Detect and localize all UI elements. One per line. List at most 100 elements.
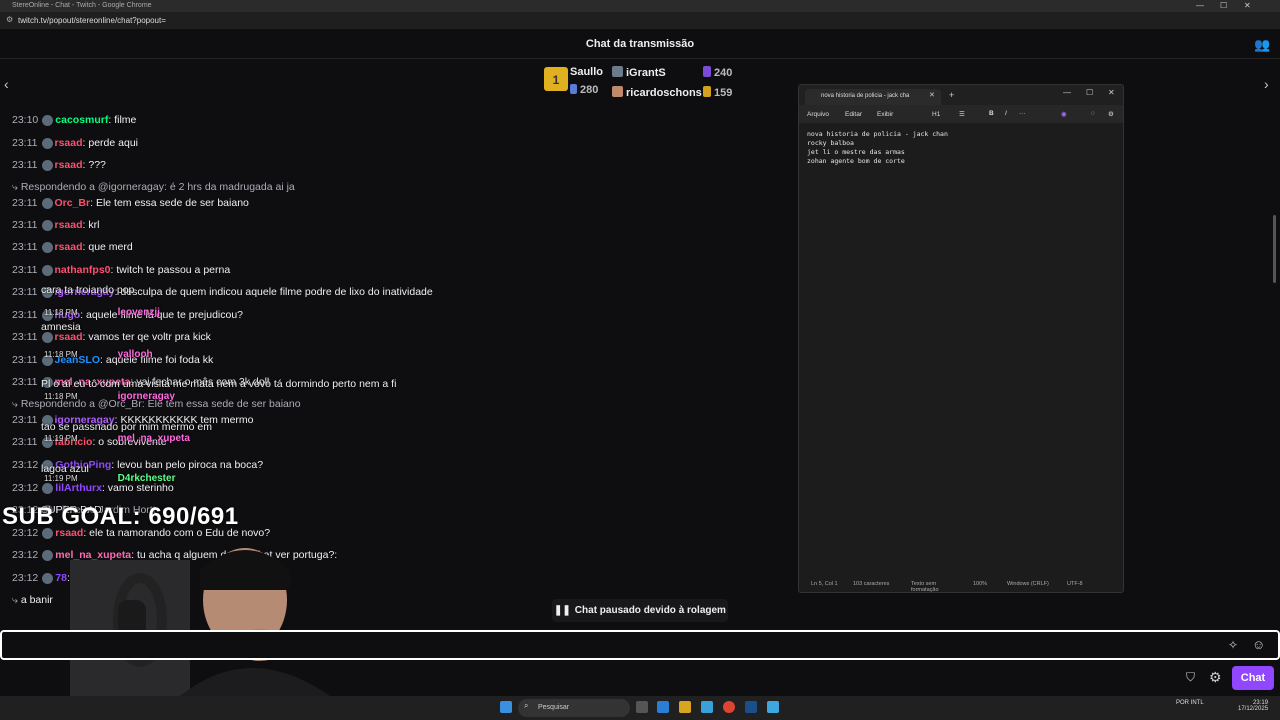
message-text: : Ele tem essa sede de ser baiano [90,197,249,209]
chat-message[interactable]: ⤷ Respondendo a @igorneragay: é 2 hrs da… [12,181,295,194]
chat-paused-banner[interactable]: ❚❚ Chat pausado devido à rolagem [552,599,728,622]
chat-message[interactable]: 23:11 rsaad: perde aqui [12,137,138,149]
chat-message[interactable]: 23:10 cacosmurf: filme [12,114,136,126]
notepad-icon[interactable] [767,701,779,713]
gifter-3[interactable]: ricardoschons [612,83,702,101]
reply-icon: ⤷ [12,181,21,193]
chat-message[interactable]: 23:11 Orc_Br: Ele tem essa sede de ser ba… [12,197,249,209]
notepad-window[interactable]: nova historia de policia - jack cha ✕ + … [798,84,1124,593]
message-timestamp: 23:12 [12,549,39,561]
chrome-icon[interactable] [723,701,735,713]
message-username[interactable]: rsaad [55,137,83,149]
message-timestamp: 23:10 [12,114,39,126]
message-timestamp: 23:12 [12,572,39,584]
bold-icon[interactable]: B [989,110,994,117]
maximize-icon[interactable]: ☐ [1086,88,1093,97]
chat-message[interactable]: 23:11 rsaad: que merd [12,241,133,253]
overlay-username: D4rkchester [117,473,176,484]
windows-taskbar: Pesquisar ⌕ POR INTL 23:19 17/12/2025 [0,696,1280,720]
message-username[interactable]: nathanfps0 [55,264,111,276]
text-line: nova historia de policia - jack chan [807,130,948,138]
chat-message[interactable]: ⤷ a banir [12,594,53,607]
avatar [612,66,623,78]
message-text: : perde aqui [82,137,138,149]
site-settings-icon[interactable]: ⚙ [6,15,13,24]
settings-icon[interactable]: ⚙ [1209,669,1222,686]
maximize-icon[interactable]: ☐ [1220,1,1227,10]
notepad-tab[interactable]: nova historia de policia - jack cha [805,89,941,105]
message-timestamp: 23:11 [12,376,38,388]
heading-select[interactable]: H1 [932,111,940,118]
chat-message[interactable]: 23:11 rsaad: krl [12,219,99,231]
chat-scrollbar[interactable] [1273,215,1276,283]
taskbar-search[interactable]: Pesquisar [518,699,630,717]
shield-icon[interactable]: ⛉ [1186,670,1195,685]
chat-input[interactable]: ✧ ☺ [0,630,1280,660]
store-icon[interactable] [701,701,713,713]
message-text: Respondendo a @igorneragay: é 2 hrs da m… [20,181,295,193]
edge-icon[interactable] [657,701,669,713]
char-count: 103 caracteres [853,581,890,587]
url-text: twitch.tv/popout/stereonline/chat?popout… [18,16,166,25]
emote-icon[interactable]: ☺ [1252,637,1265,652]
message-username[interactable]: Orc_Br [55,197,91,209]
notepad-text-area[interactable]: nova historia de policia - jack chan roc… [807,130,948,166]
message-timestamp: 23:11 [12,414,38,426]
gifter-name: ricardoschons [626,87,702,99]
start-icon[interactable] [500,701,512,713]
badge-icon [42,482,54,494]
gifter-count: 280 [580,84,599,96]
italic-icon[interactable]: I [1005,110,1007,117]
steam-icon[interactable] [745,701,757,713]
gifter-2[interactable]: iGrantS [612,63,666,81]
message-username[interactable]: rsaad [55,219,83,231]
overlay-time: 11:18 PM [44,350,78,359]
settings-icon[interactable]: ⚙ [1108,110,1114,118]
gifter-name: iGrantS [626,67,666,79]
badge-icon [41,197,53,209]
pause-icon: ❚❚ [554,605,571,616]
more-icon[interactable]: ··· [1019,110,1026,117]
list-icon[interactable]: ☰ [959,110,965,118]
gift-icon [703,66,711,78]
message-username[interactable]: rsaad [55,159,83,171]
minimize-icon[interactable]: — [1063,88,1071,97]
gift-icon [570,83,577,94]
overlay-header: 11:18 PM leovenzjj [44,307,160,318]
message-username[interactable]: cacosmurf [55,114,108,126]
message-username[interactable]: 78 [55,572,67,584]
badge-icon [42,549,54,561]
file-explorer-icon[interactable] [679,701,691,713]
zoom-level[interactable]: 100% [973,581,987,587]
chevron-left-icon[interactable]: ‹ [4,76,9,92]
close-icon[interactable]: ✕ [1108,88,1115,97]
close-icon[interactable]: ✕ [1244,1,1251,10]
message-username[interactable]: rsaad [55,241,83,253]
gifter-1[interactable]: Saullo 280 [570,66,603,98]
encoding: UTF-8 [1067,581,1083,587]
menu-exibir[interactable]: Exibir [877,111,893,118]
notepad-menu-bar: Arquivo Editar Exibir H1 ☰ B I ··· ◉ ◌ ⚙ [799,105,1123,123]
chat-message[interactable]: 23:11 nathanfps0: twitch te passou a pern… [12,264,230,276]
cursor-position: Ln 5, Col 1 [811,581,838,587]
chat-message[interactable]: 23:11 rsaad: ??? [12,159,106,171]
minimize-icon[interactable]: — [1196,1,1204,10]
menu-arquivo[interactable]: Arquivo [807,111,829,118]
language-indicator[interactable]: POR INTL [1176,700,1204,706]
address-bar[interactable]: ⚙ twitch.tv/popout/stereonline/chat?popo… [0,12,1280,29]
overlay-time: 11:18 PM [44,392,78,401]
badge-icon [41,241,53,253]
overlay-header: 11:18 PM yallooh [44,349,153,360]
copilot-icon[interactable]: ◉ [1061,110,1067,118]
community-icon[interactable]: 👥 [1254,37,1270,53]
chevron-right-icon[interactable]: › [1264,76,1269,92]
chat-send-button[interactable]: Chat [1232,666,1274,690]
task-view-icon[interactable] [636,701,648,713]
taskbar-clock[interactable]: 23:19 17/12/2025 [1238,700,1268,712]
close-tab-icon[interactable]: ✕ [929,91,935,99]
overlay-message: tao se passnado por mim mermo em [41,421,212,433]
bits-icon[interactable]: ✧ [1228,638,1238,652]
menu-editar[interactable]: Editar [845,111,862,118]
new-tab-icon[interactable]: + [949,90,954,100]
account-icon[interactable]: ◌ [1091,110,1095,117]
